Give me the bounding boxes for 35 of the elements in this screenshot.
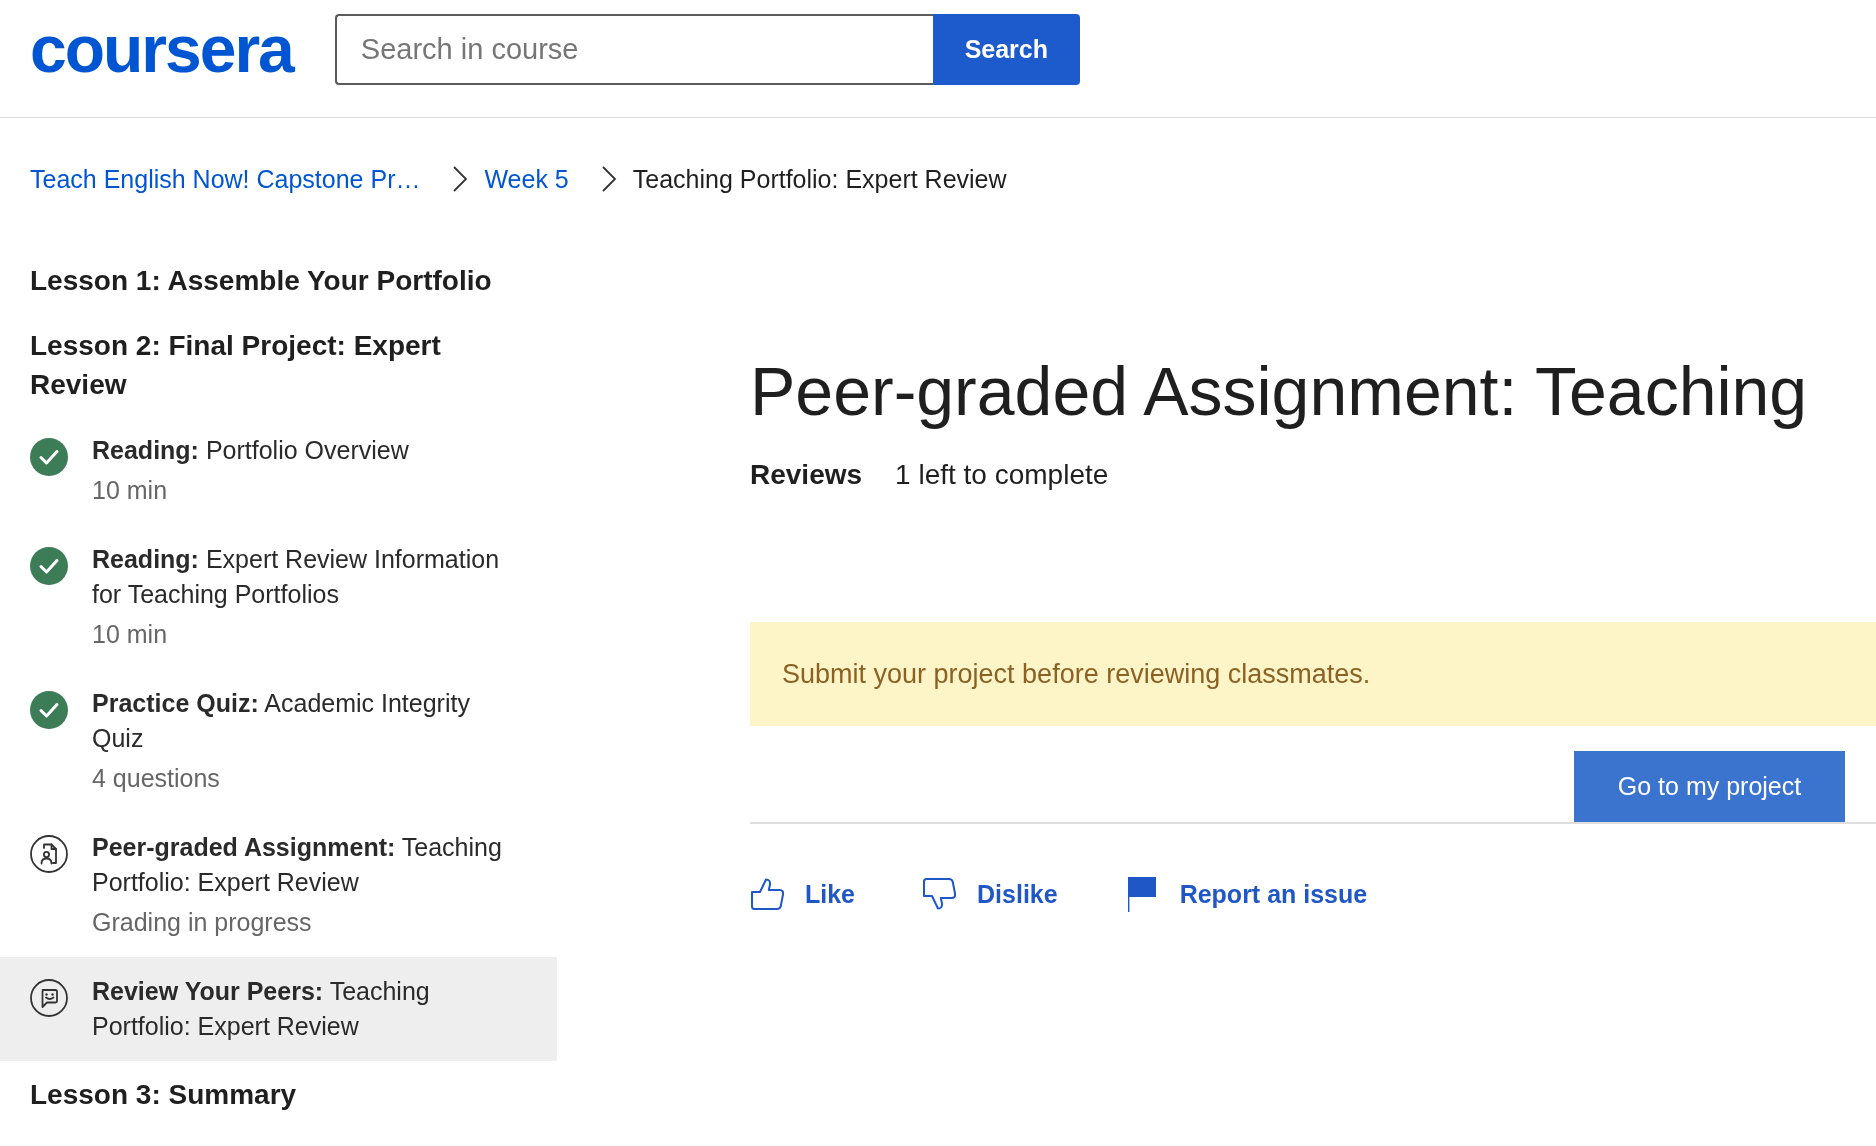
item-title: Review Your Peers: Teaching Portfolio: Expert Review: [92, 976, 431, 1042]
chevron-right-icon: [600, 165, 617, 193]
dislike-button[interactable]: Dislike: [922, 876, 1058, 912]
sidebar-item[interactable]: Reading: Expert Review Information for Teaching Portfolios 10 min: [0, 525, 557, 669]
sidebar-item[interactable]: Review Your Peers: Teaching Portfolio: Expert Review: [0, 957, 557, 1061]
item-meta: 4 questions: [92, 763, 221, 794]
item-meta: 10 min: [92, 475, 169, 506]
chevron-right-icon: [452, 165, 469, 193]
breadcrumb-link[interactable]: Week 5: [484, 161, 569, 197]
project-button[interactable]: Go to my project: [1574, 751, 1845, 822]
like-button[interactable]: Like: [750, 876, 856, 912]
thumbs-up-icon: [750, 876, 786, 912]
thumbs-down-icon: [922, 876, 959, 912]
sidebar-item[interactable]: Peer-graded Assignment: Teaching Portfolio: Expert Review Grading in progress: [0, 813, 557, 957]
sidebar-item[interactable]: Practice Quiz: Academic Integrity Quiz 4 questions: [0, 669, 557, 813]
reviews-status: 1 left to complete: [895, 458, 1109, 492]
item-meta: 10 min: [92, 619, 169, 650]
item-title: Reading: Expert Review Information for Teaching Portfolios: [92, 544, 501, 610]
lesson-heading[interactable]: Lesson 3: Summary: [0, 1075, 557, 1126]
item-title: Reading: Portfolio Overview: [92, 435, 410, 466]
page-title: Peer-graded Assignment: Teaching: [750, 352, 1809, 431]
item-meta: Grading in progress: [92, 907, 313, 938]
search-field[interactable]: Search in course: [334, 14, 933, 85]
item-title: Peer-graded Assignment: Teaching Portfolio: Expert Review: [92, 832, 503, 898]
report-issue-button[interactable]: Report an issue: [1124, 876, 1368, 912]
lesson-heading[interactable]: Lesson 2: Final Project: Expert Review: [0, 326, 557, 416]
search-button[interactable]: Search: [932, 14, 1080, 85]
breadcrumb-link[interactable]: Teach English Now! Capstone Pr…: [30, 161, 421, 197]
item-title: Practice Quiz: Academic Integrity Quiz: [92, 688, 471, 754]
breadcrumb-current: Teaching Portfolio: Expert Review: [632, 164, 1007, 195]
notice-text: Submit your project before reviewing classmates.: [782, 658, 1371, 690]
logo[interactable]: coursera: [30, 14, 293, 85]
lesson-heading[interactable]: Lesson 1: Assemble Your Portfolio: [0, 261, 557, 312]
sidebar-item[interactable]: Reading: Portfolio Overview 10 min: [0, 416, 557, 525]
reviews-label: Reviews: [750, 458, 863, 492]
